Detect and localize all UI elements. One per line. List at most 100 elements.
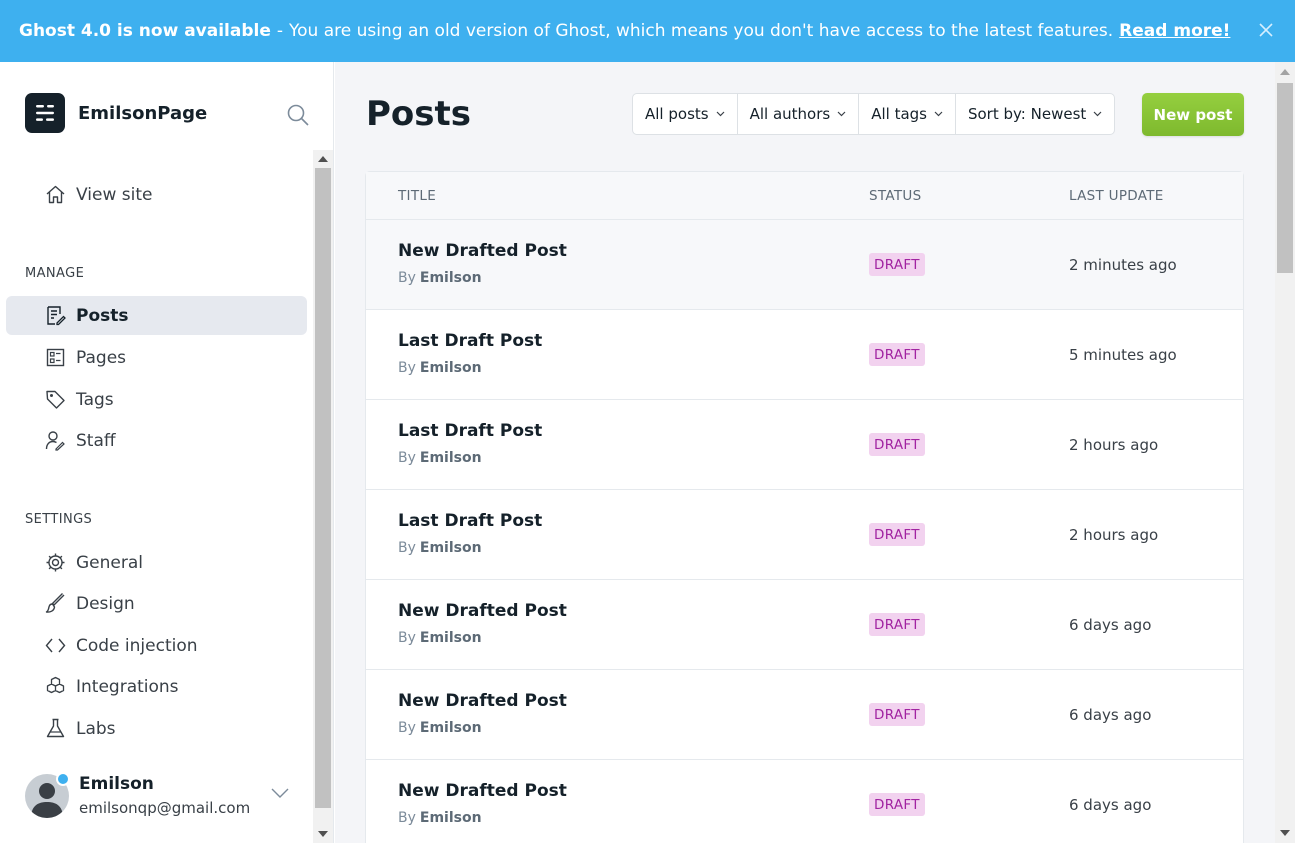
filter-authors[interactable]: All authors [738,94,860,134]
scroll-down-arrow-icon[interactable] [1280,830,1290,836]
status-badge: DRAFT [869,343,925,366]
brand[interactable]: EmilsonPage [25,93,207,133]
sidebar-item-tags[interactable]: Tags [6,380,307,419]
sidebar-item-design[interactable]: Design [6,584,307,623]
post-filters: All posts All authors All tags Sort by: … [632,93,1116,135]
status-badge: DRAFT [869,253,925,276]
table-header: TITLE STATUS LAST UPDATE [366,172,1243,220]
ghost-logo-icon [36,105,54,121]
table-row[interactable]: Last Draft Post By Emilson DRAFT 2 hours … [366,490,1243,580]
status-badge: DRAFT [869,433,925,456]
new-post-button[interactable]: New post [1142,93,1244,136]
filter-sort[interactable]: Sort by: Newest [956,94,1114,134]
sidebar-item-label: Labs [76,718,116,739]
page-title: Posts [366,94,472,134]
scroll-up-arrow-icon[interactable] [1280,69,1290,75]
home-icon [46,185,65,204]
status-dot [56,772,70,786]
sidebar-item-label: Posts [76,305,129,326]
table-row[interactable]: New Drafted Post By Emilson DRAFT 6 days … [366,670,1243,760]
filter-label: All authors [749,105,831,123]
scrollbar-thumb[interactable] [1277,83,1293,273]
banner-message: You are using an old version of Ghost, w… [289,21,1114,41]
post-title: New Drafted Post [398,781,567,801]
sidebar-item-label: Integrations [76,676,179,697]
column-header-title: TITLE [398,188,437,204]
sidebar-item-pages[interactable]: Pages [6,338,307,377]
table-row[interactable]: Last Draft Post By Emilson DRAFT 5 minute… [366,310,1243,400]
posts-icon [47,306,66,326]
sidebar-scrollbar[interactable] [313,150,333,843]
column-header-status: STATUS [869,188,922,204]
status-badge: DRAFT [869,703,925,726]
by-label: By [398,270,416,286]
sidebar-item-label: Staff [76,430,116,451]
sidebar-item-code-injection[interactable]: Code injection [6,626,307,665]
sidebar-item-integrations[interactable]: Integrations [6,667,307,706]
by-label: By [398,360,416,376]
post-author: By Emilson [398,360,482,376]
scroll-up-arrow-icon[interactable] [318,156,328,162]
search-icon[interactable] [286,103,310,127]
by-label: By [398,450,416,466]
sidebar-item-label: Code injection [76,635,198,656]
table-row[interactable]: New Drafted Post By Emilson DRAFT 6 days … [366,580,1243,670]
by-label: By [398,810,416,826]
filter-tags[interactable]: All tags [859,94,956,134]
tag-icon [46,390,65,409]
user-name: Emilson [79,774,154,794]
by-label: By [398,540,416,556]
page-scrollbar[interactable] [1275,62,1295,843]
filter-post-type[interactable]: All posts [633,94,738,134]
post-title: New Drafted Post [398,601,567,621]
sidebar-item-labs[interactable]: Labs [6,709,307,748]
chevron-down-icon [934,111,943,117]
last-update: 2 minutes ago [1069,256,1177,274]
sidebar-item-posts[interactable]: Posts [6,296,307,335]
status-badge: DRAFT [869,793,925,816]
table-row[interactable]: New Drafted Post By Emilson DRAFT 6 days … [366,760,1243,843]
last-update: 2 hours ago [1069,436,1159,454]
chevron-down-icon[interactable] [270,786,290,800]
close-icon[interactable] [1257,21,1275,39]
last-update: 6 days ago [1069,616,1152,634]
staff-icon [45,431,65,451]
table-row[interactable]: Last Draft Post By Emilson DRAFT 2 hours … [366,400,1243,490]
post-title: Last Draft Post [398,511,543,531]
author-name: Emilson [419,540,482,556]
banner-read-more-link[interactable]: Read more! [1119,21,1230,41]
author-name: Emilson [419,360,482,376]
by-label: By [398,630,416,646]
chevron-down-icon [837,111,846,117]
by-label: By [398,720,416,736]
banner-separator: - [276,21,284,41]
main-content: Posts All posts All authors All tags Sor… [335,62,1275,843]
filter-label: All tags [871,105,927,123]
author-name: Emilson [419,630,482,646]
integrations-icon [46,676,65,694]
sidebar: EmilsonPage View site MANAGE Posts Pages… [0,62,334,843]
scroll-down-arrow-icon[interactable] [318,831,328,837]
post-title: New Drafted Post [398,691,567,711]
sidebar-item-staff[interactable]: Staff [6,421,307,460]
sidebar-item-label: Tags [76,389,114,410]
post-author: By Emilson [398,540,482,556]
sidebar-item-general[interactable]: General [6,543,307,582]
sidebar-item-label: Pages [76,347,127,368]
post-author: By Emilson [398,270,482,286]
brand-name: EmilsonPage [78,102,208,124]
sidebar-item-label: General [76,552,143,573]
pages-icon [46,348,65,367]
user-menu[interactable]: Emilson emilsonqp@gmail.com [25,772,250,818]
settings-section-label: SETTINGS [25,512,93,527]
post-title: Last Draft Post [398,421,543,441]
post-author: By Emilson [398,810,482,826]
table-row[interactable]: New Drafted Post By Emilson DRAFT 2 minut… [366,220,1243,310]
post-author: By Emilson [398,630,482,646]
view-site-label: View site [76,184,153,205]
author-name: Emilson [419,810,482,826]
scrollbar-thumb[interactable] [315,168,331,808]
brand-logo [25,93,65,133]
author-name: Emilson [419,450,482,466]
view-site-link[interactable]: View site [6,175,307,214]
